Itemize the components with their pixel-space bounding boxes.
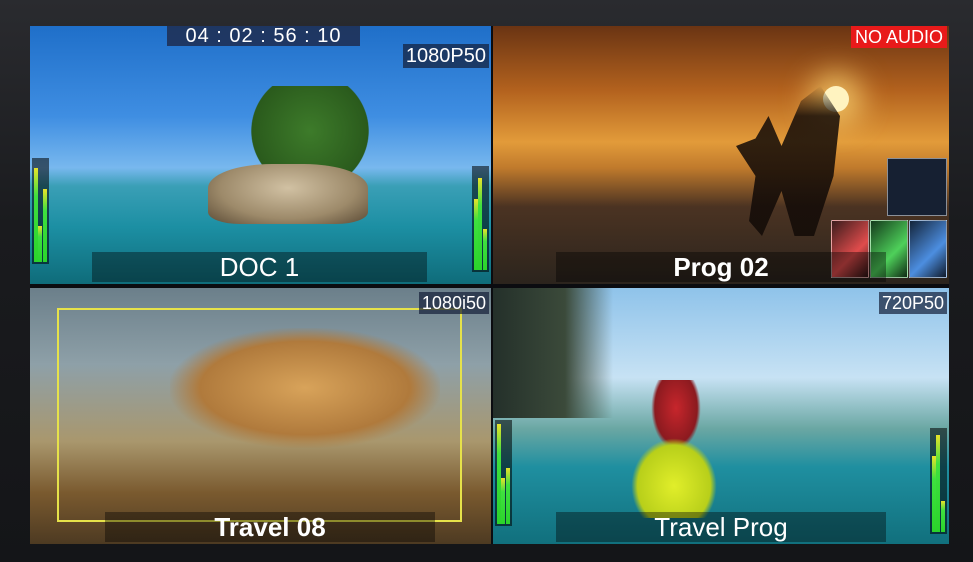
multiviewer-screen: 04 : 02 : 56 : 10 1080P50 DOC 1 NO AUDIO… xyxy=(30,26,949,544)
quadrant-travel-08[interactable]: 1080i50 Travel 08 xyxy=(30,288,491,544)
safe-area-box xyxy=(57,308,462,522)
scene-island xyxy=(208,164,368,224)
scope-blue xyxy=(909,220,947,278)
format-badge: 1080P50 xyxy=(402,44,489,68)
timecode: 04 : 02 : 56 : 10 xyxy=(167,26,360,46)
scene-kayak xyxy=(631,438,717,518)
audio-bar xyxy=(940,501,945,532)
source-label: Travel Prog xyxy=(556,512,886,542)
audio-meter-right xyxy=(930,428,947,534)
vectorscope xyxy=(887,158,947,216)
quadrant-prog-02[interactable]: NO AUDIO Prog 02 xyxy=(493,26,949,284)
quadrant-doc-1[interactable]: 04 : 02 : 56 : 10 1080P50 DOC 1 xyxy=(30,26,491,284)
source-label: DOC 1 xyxy=(92,252,427,282)
audio-bar xyxy=(505,467,510,524)
audio-bar xyxy=(42,188,47,262)
audio-meter-left xyxy=(32,158,49,264)
audio-bar xyxy=(482,229,487,270)
scene-cliff xyxy=(493,288,613,418)
audio-meter-right xyxy=(472,166,489,272)
format-badge: 1080i50 xyxy=(418,292,489,314)
source-label: Prog 02 xyxy=(556,252,886,282)
quadrant-travel-prog[interactable]: 720P50 Travel Prog xyxy=(493,288,949,544)
no-audio-alert: NO AUDIO xyxy=(850,26,947,48)
source-label: Travel 08 xyxy=(105,512,435,542)
scene-tree xyxy=(240,86,380,176)
format-badge: 720P50 xyxy=(878,292,947,314)
audio-meter-left xyxy=(495,420,512,526)
